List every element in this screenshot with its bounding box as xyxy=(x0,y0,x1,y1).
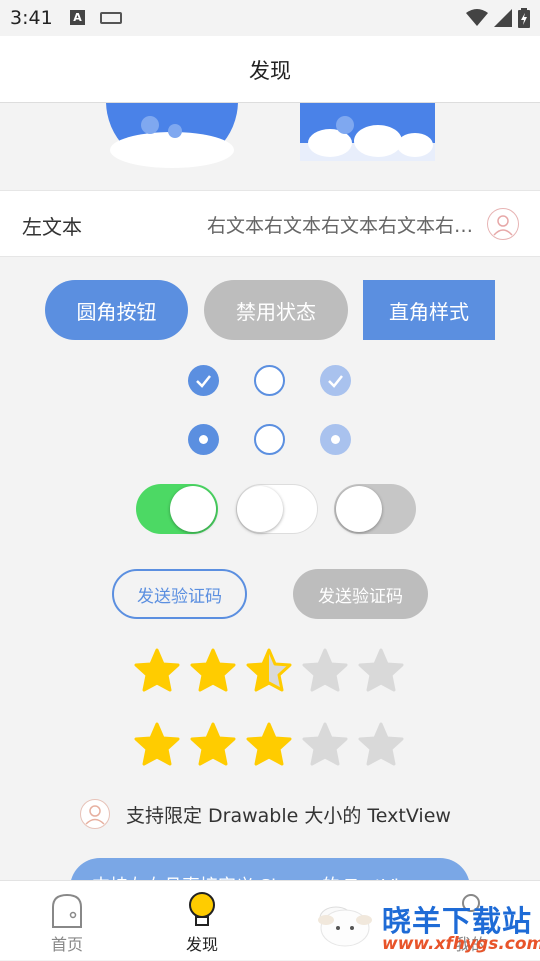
radio-checked-disabled[interactable] xyxy=(320,424,351,455)
right-text: 右文本右文本右文本右文本右文本 xyxy=(207,215,477,237)
toggle-off-disabled[interactable] xyxy=(334,484,416,534)
notification-a-icon: A xyxy=(70,10,85,25)
tab-discover-label: 发现 xyxy=(185,935,218,954)
send-code-button[interactable]: 发送验证码 xyxy=(112,569,247,619)
checkbox-checked-disabled[interactable] xyxy=(320,365,351,396)
checkbox-unchecked[interactable] xyxy=(254,365,285,396)
drawable-textview-row: 支持限定 Drawable 大小的 TextView xyxy=(80,797,451,831)
star-icon[interactable] xyxy=(245,722,293,770)
radio-unchecked[interactable] xyxy=(254,424,285,455)
rounded-button[interactable]: 圆角按钮 xyxy=(45,280,188,340)
square-button[interactable]: 直角样式 xyxy=(363,280,495,340)
left-text: 左文本 xyxy=(22,215,82,239)
title-bar: 发现 xyxy=(0,36,540,103)
image-banner xyxy=(0,103,540,190)
star-icon[interactable] xyxy=(133,722,181,770)
left-right-text-row[interactable]: 左文本 右文本右文本右文本右文本右文本 xyxy=(0,190,540,257)
drawable-textview-text: 支持限定 Drawable 大小的 TextView xyxy=(126,804,451,827)
star-icon[interactable] xyxy=(133,648,181,696)
rating-bar-half[interactable] xyxy=(133,648,413,698)
star-icon[interactable] xyxy=(245,648,293,696)
check-icon xyxy=(196,375,211,388)
star-icon[interactable] xyxy=(301,722,349,770)
star-icon[interactable] xyxy=(357,722,405,770)
tab-discover[interactable]: 发现 xyxy=(157,881,247,961)
radio-checked[interactable] xyxy=(188,424,219,455)
keyboard-icon xyxy=(100,12,122,24)
toggle-knob xyxy=(170,486,216,532)
sheep-logo-icon xyxy=(318,909,372,947)
star-icon[interactable] xyxy=(189,648,237,696)
watermark-url: www.xfhygs.com xyxy=(382,934,540,954)
wifi-icon xyxy=(466,9,488,26)
disabled-button[interactable]: 禁用状态 xyxy=(204,280,348,340)
watermark: 晓羊下载站 www.xfhygs.com xyxy=(312,898,540,960)
avatar-icon xyxy=(487,208,519,240)
avatar-icon xyxy=(80,799,110,829)
tab-home-label: 首页 xyxy=(50,935,83,954)
status-time: 3:41 xyxy=(10,7,53,29)
page-title: 发现 xyxy=(249,59,291,83)
toggle-knob xyxy=(237,486,283,532)
star-icon[interactable] xyxy=(189,722,237,770)
star-icon[interactable] xyxy=(357,648,405,696)
checkbox-checked[interactable] xyxy=(188,365,219,396)
tab-home[interactable]: 首页 xyxy=(22,881,112,961)
toggle-knob xyxy=(336,486,382,532)
check-icon xyxy=(328,375,343,388)
status-bar: 3:41 A xyxy=(0,0,540,36)
signal-icon xyxy=(494,9,512,27)
toggle-on[interactable] xyxy=(136,484,218,534)
battery-icon xyxy=(518,8,530,28)
banner-images xyxy=(106,103,435,168)
rating-bar[interactable] xyxy=(133,722,413,772)
toggle-off[interactable] xyxy=(236,484,318,534)
bulb-icon xyxy=(189,892,215,926)
status-icons xyxy=(466,8,530,28)
star-icon[interactable] xyxy=(301,648,349,696)
home-icon xyxy=(52,893,82,928)
send-code-button-disabled[interactable]: 发送验证码 xyxy=(293,569,428,619)
